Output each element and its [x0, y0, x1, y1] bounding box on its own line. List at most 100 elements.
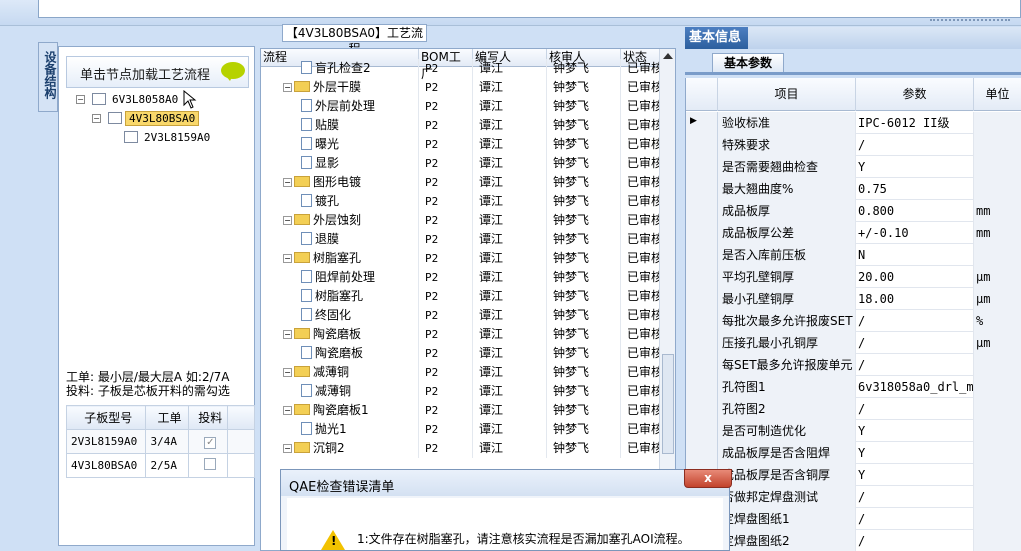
tree-collapse-icon[interactable]: −: [283, 406, 292, 415]
param-value[interactable]: /: [856, 508, 974, 530]
param-value[interactable]: Y: [856, 464, 974, 486]
row-selector[interactable]: [686, 442, 718, 464]
splitter-grip[interactable]: [930, 17, 1010, 21]
flow-row[interactable]: 陶瓷磨板 P2 谭江 钟梦飞 已审核: [261, 344, 661, 363]
flow-row[interactable]: − 图形电镀 P2 谭江 钟梦飞 已审核: [261, 173, 661, 192]
cell-order[interactable]: 2/5A: [145, 453, 190, 478]
param-value[interactable]: 20.00: [856, 266, 974, 288]
tree-collapse-icon[interactable]: −: [283, 178, 292, 187]
row-selector[interactable]: [686, 222, 718, 244]
param-row[interactable]: 是否需要翘曲检查 Y: [686, 156, 1021, 178]
row-selector[interactable]: [686, 134, 718, 156]
flow-row[interactable]: 抛光1 P2 谭江 钟梦飞 已审核: [261, 420, 661, 439]
param-row[interactable]: 平均孔壁铜厚 20.00 μm: [686, 266, 1021, 288]
param-row[interactable]: 成品板厚是否含铜厚 Y: [686, 464, 1021, 486]
side-tab-device-structure[interactable]: 设备结构: [38, 42, 58, 112]
table-row[interactable]: 4V3L80BSA0 2/5A: [65, 453, 255, 478]
param-row[interactable]: 定焊盘图纸2/: [686, 530, 1021, 551]
tree-node-selected[interactable]: 4V3L80BSA0: [125, 111, 200, 126]
tree-collapse-icon[interactable]: −: [283, 254, 292, 263]
row-selector[interactable]: [686, 178, 718, 200]
param-row[interactable]: 压接孔最小孔铜厚 / μm: [686, 332, 1021, 354]
flow-row[interactable]: 退膜 P2 谭江 钟梦飞 已审核: [261, 230, 661, 249]
flow-row[interactable]: 减薄铜 P2 谭江 钟梦飞 已审核: [261, 382, 661, 401]
col-header-value[interactable]: 参数: [856, 78, 974, 111]
tree-collapse-icon[interactable]: −: [92, 114, 101, 123]
row-selector[interactable]: [686, 156, 718, 178]
row-selector[interactable]: [686, 288, 718, 310]
flow-row[interactable]: 盲孔检查2 P2 谭江 钟梦飞 已审核: [261, 59, 661, 78]
param-row[interactable]: 孔符图2/: [686, 398, 1021, 420]
cell-order[interactable]: 3/4A: [145, 429, 190, 454]
flow-row[interactable]: − 减薄铜 P2 谭江 钟梦飞 已审核: [261, 363, 661, 382]
row-selector[interactable]: [686, 310, 718, 332]
param-row[interactable]: 每批次最多允许报废SET /%: [686, 310, 1021, 332]
param-value[interactable]: /: [856, 398, 974, 420]
flow-row[interactable]: 显影 P2 谭江 钟梦飞 已审核: [261, 154, 661, 173]
feed-checkbox[interactable]: ✓: [188, 429, 229, 454]
param-value[interactable]: Y: [856, 420, 974, 442]
param-value[interactable]: /: [856, 486, 974, 508]
param-value[interactable]: /: [856, 134, 974, 156]
flow-row[interactable]: 贴膜 P2 谭江 钟梦飞 已审核: [261, 116, 661, 135]
param-value[interactable]: 6v318058a0_drl_m...: [856, 376, 974, 398]
flow-row[interactable]: 曝光 P2 谭江 钟梦飞 已审核: [261, 135, 661, 154]
tree-node-child[interactable]: 2V3L8159A0: [144, 131, 210, 144]
row-selector[interactable]: [686, 354, 718, 376]
flow-row[interactable]: − 沉铜2 P2 谭江 钟梦飞 已审核: [261, 439, 661, 458]
col-header-unit[interactable]: 单位: [974, 78, 1021, 111]
param-value[interactable]: Y: [856, 156, 974, 178]
scroll-up-icon[interactable]: [663, 53, 673, 59]
tree-collapse-icon[interactable]: −: [283, 216, 292, 225]
flow-row[interactable]: − 陶瓷磨板1 P2 谭江 钟梦飞 已审核: [261, 401, 661, 420]
tab-basic-info[interactable]: 基本信息: [685, 27, 748, 49]
row-selector[interactable]: [686, 332, 718, 354]
feed-checkbox[interactable]: [188, 453, 229, 478]
flow-row[interactable]: 阻焊前处理 P2 谭江 钟梦飞 已审核: [261, 268, 661, 287]
param-value[interactable]: 0.800: [856, 200, 974, 222]
tree-collapse-icon[interactable]: −: [283, 444, 292, 453]
param-row[interactable]: 成品板厚公差 +/-0.10 mm: [686, 222, 1021, 244]
flow-row[interactable]: − 树脂塞孔 P2 谭江 钟梦飞 已审核: [261, 249, 661, 268]
param-value[interactable]: N: [856, 244, 974, 266]
row-selector[interactable]: ▶: [686, 112, 718, 134]
row-selector[interactable]: [686, 244, 718, 266]
param-value[interactable]: 18.00: [856, 288, 974, 310]
tree-collapse-icon[interactable]: −: [283, 330, 292, 339]
param-row[interactable]: 特殊要求 /: [686, 134, 1021, 156]
param-row[interactable]: 否做邦定焊盘测试 /: [686, 486, 1021, 508]
row-selector[interactable]: [686, 376, 718, 398]
param-row[interactable]: ▶ 验收标准 IPC-6012 II级: [686, 112, 1021, 134]
flow-row[interactable]: − 外层干膜 P2 谭江 钟梦飞 已审核: [261, 78, 661, 97]
flow-row[interactable]: − 陶瓷磨板 P2 谭江 钟梦飞 已审核: [261, 325, 661, 344]
param-row[interactable]: 定焊盘图纸1/: [686, 508, 1021, 530]
row-selector[interactable]: [686, 266, 718, 288]
param-value[interactable]: /: [856, 310, 974, 332]
flow-row[interactable]: − 外层蚀刻 P2 谭江 钟梦飞 已审核: [261, 211, 661, 230]
param-row[interactable]: 是否入库前压板 N: [686, 244, 1021, 266]
top-input-area[interactable]: [38, 0, 1021, 18]
param-value[interactable]: +/-0.10: [856, 222, 974, 244]
row-selector[interactable]: [686, 420, 718, 442]
param-row[interactable]: 成品板厚是否含阻焊 Y: [686, 442, 1021, 464]
col-header-item[interactable]: 项目: [718, 78, 856, 111]
param-row[interactable]: 是否可制造优化 Y: [686, 420, 1021, 442]
flow-row[interactable]: 树脂塞孔 P2 谭江 钟梦飞 已审核: [261, 287, 661, 306]
tab-basic-params[interactable]: 基本参数: [712, 53, 784, 73]
param-value[interactable]: IPC-6012 II级: [856, 112, 974, 134]
tree-collapse-icon[interactable]: −: [283, 368, 292, 377]
param-row[interactable]: 最大翘曲度% 0.75: [686, 178, 1021, 200]
tree-collapse-icon[interactable]: −: [76, 95, 85, 104]
param-value[interactable]: /: [856, 530, 974, 551]
tree-node-root[interactable]: 6V3L8058A0: [112, 93, 178, 106]
flow-row[interactable]: 外层前处理 P2 谭江 钟梦飞 已审核: [261, 97, 661, 116]
row-selector[interactable]: [686, 398, 718, 420]
param-value[interactable]: Y: [856, 442, 974, 464]
param-row[interactable]: 每SET最多允许报废单元 /: [686, 354, 1021, 376]
param-row[interactable]: 最小孔壁铜厚 18.00 μm: [686, 288, 1021, 310]
param-value[interactable]: 0.75: [856, 178, 974, 200]
param-row[interactable]: 孔符图16v318058a0_drl_m...: [686, 376, 1021, 398]
row-selector[interactable]: [686, 200, 718, 222]
flow-row[interactable]: 镀孔 P2 谭江 钟梦飞 已审核: [261, 192, 661, 211]
param-value[interactable]: /: [856, 354, 974, 376]
